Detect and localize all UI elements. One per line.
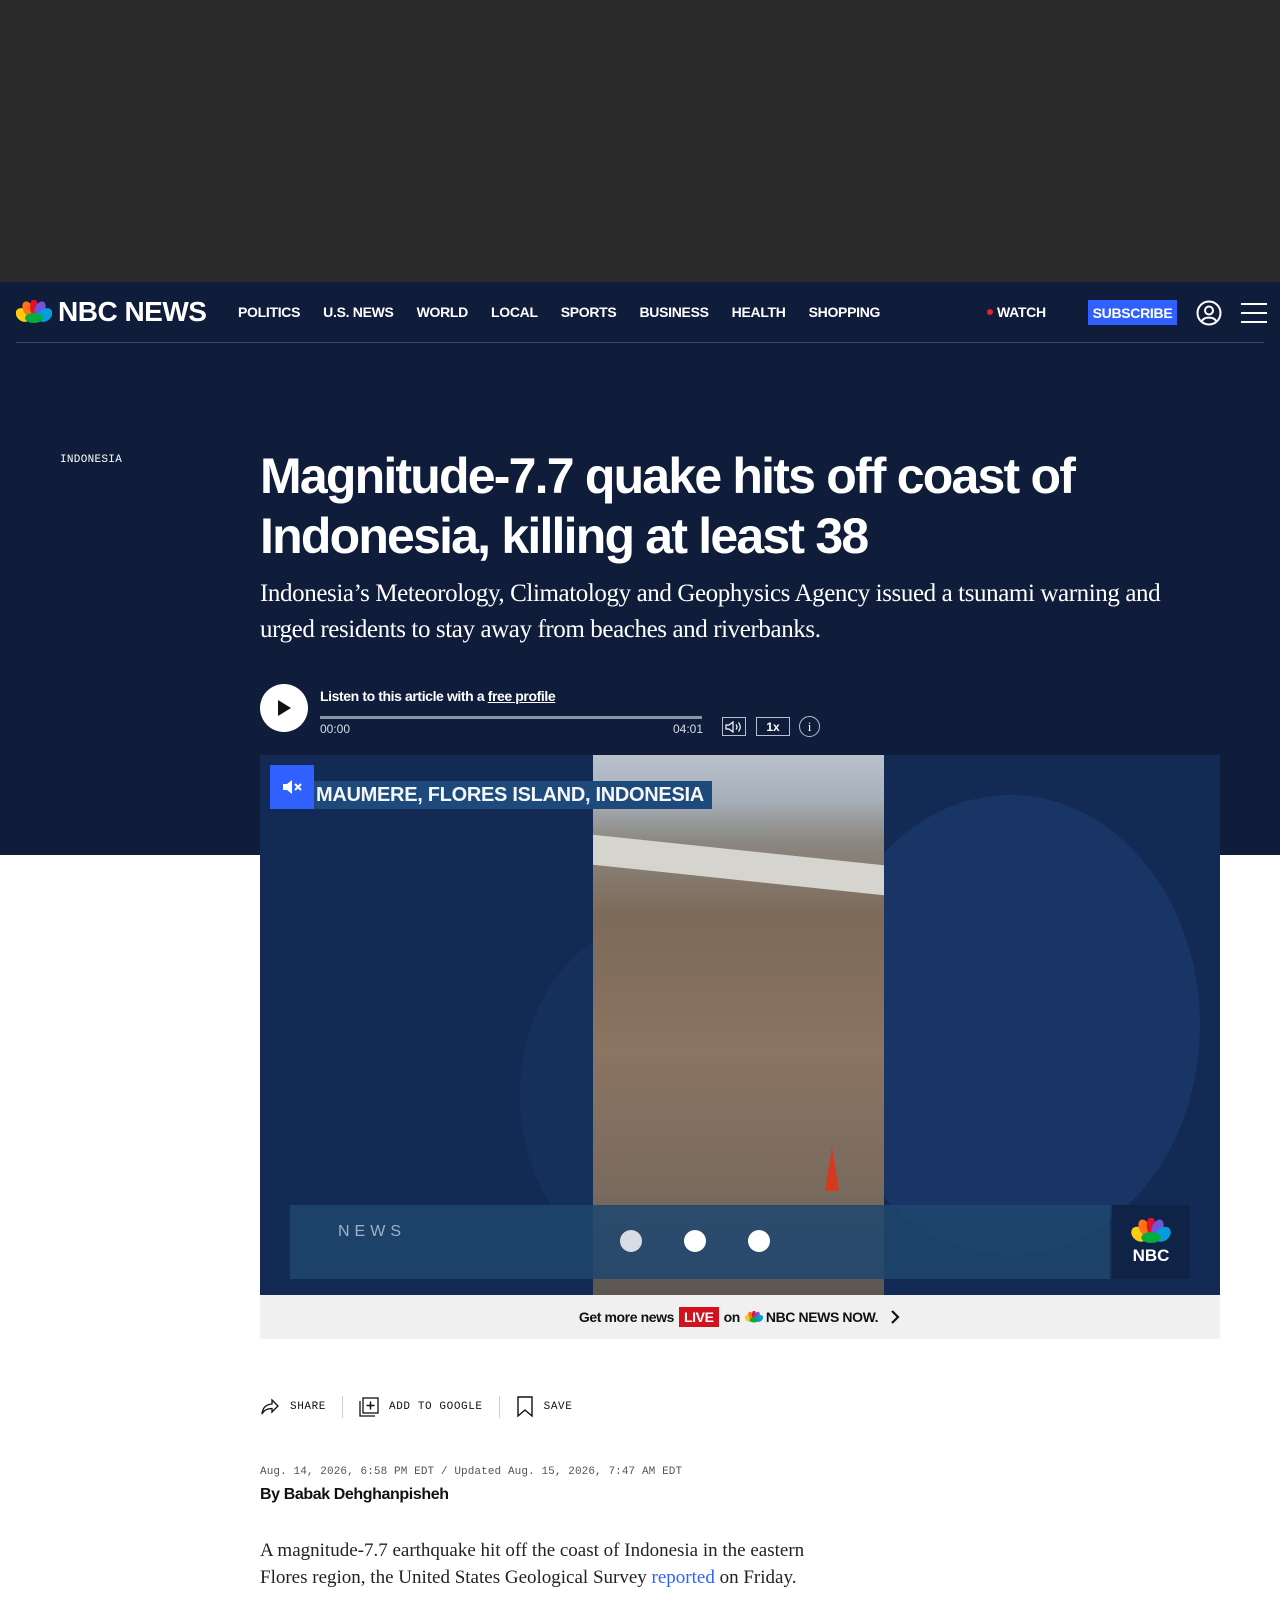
nav-business[interactable]: BUSINESS: [639, 304, 708, 320]
live-news-promo[interactable]: Get more news LIVE on NBC NEWS NOW.: [260, 1295, 1220, 1339]
lower-third-text: NEWS: [338, 1223, 406, 1240]
video-mute-button[interactable]: [270, 765, 314, 809]
promo-prefix: Get more news: [578, 1309, 675, 1325]
nav-sports[interactable]: SPORTS: [561, 304, 617, 320]
loader-dot: [748, 1230, 770, 1252]
audio-play-button[interactable]: [260, 684, 308, 732]
loader-dot: [684, 1230, 706, 1252]
listen-prefix: Listen to this article with a: [320, 688, 488, 704]
save-label: SAVE: [543, 1401, 573, 1413]
audio-speed-button[interactable]: 1x: [756, 717, 790, 736]
loader-dot: [620, 1230, 642, 1252]
audio-volume-button[interactable]: [722, 717, 746, 736]
article-byline[interactable]: By Babak Dehghanpisheh: [260, 1486, 449, 1504]
article-headline: Magnitude-7.7 quake hits off coast of In…: [260, 448, 1076, 564]
promo-on: on: [723, 1309, 741, 1325]
ad-slot: [0, 0, 1280, 282]
nbc-watermark: NBC: [1112, 1205, 1190, 1279]
chevron-right-icon: [891, 1310, 900, 1324]
speaker-icon: [725, 720, 741, 733]
footage-roof: [593, 834, 884, 896]
nbc-news-now-logo: NBC NEWS NOW.: [744, 1309, 879, 1325]
listen-prompt: Listen to this article with a free profi…: [320, 688, 556, 704]
video-location-caption: MAUMERE, FLORES ISLAND, INDONESIA: [310, 781, 712, 809]
footage-traffic-cone: [825, 1147, 839, 1191]
share-icon: [261, 1398, 279, 1415]
watch-link[interactable]: WATCH: [987, 304, 1046, 320]
watermark-text: NBC: [1132, 1246, 1170, 1265]
audio-info-button[interactable]: i: [799, 716, 820, 737]
logo-text: NBC NEWS: [58, 296, 207, 327]
subscribe-button[interactable]: SUBSCRIBE: [1088, 300, 1177, 325]
body-text-end: on Friday.: [714, 1567, 797, 1588]
audio-total-time: 04:01: [673, 722, 704, 736]
video-loading-indicator: [620, 1230, 770, 1252]
live-dot-icon: [987, 309, 993, 315]
main-nav: POLITICS U.S. NEWS WORLD LOCAL SPORTS BU…: [238, 282, 903, 342]
hamburger-menu-icon[interactable]: [1241, 302, 1267, 324]
add-to-google-button[interactable]: ADD TO GOOGLE: [359, 1397, 483, 1417]
now-brand-text: NBC NEWS NOW.: [765, 1309, 879, 1325]
article-dek: Indonesia’s Meteorology, Climatology and…: [260, 580, 1161, 643]
divider: [498, 1396, 500, 1418]
article-dateline: Aug. 14, 2026, 6:58 PM EDT / Updated Aug…: [260, 1466, 683, 1478]
save-button[interactable]: SAVE: [516, 1396, 573, 1418]
muted-speaker-icon: [283, 780, 302, 794]
article-body-paragraph: A magnitude-7.7 earthquake hit off the c…: [260, 1537, 820, 1591]
live-badge: LIVE: [679, 1307, 719, 1327]
add-to-google-label: ADD TO GOOGLE: [389, 1401, 483, 1413]
watch-label: WATCH: [997, 304, 1046, 320]
nav-local[interactable]: LOCAL: [491, 304, 538, 320]
nav-world[interactable]: WORLD: [417, 304, 469, 320]
peacock-icon: [16, 300, 52, 323]
video-player[interactable]: MAUMERE, FLORES ISLAND, INDONESIA NEWS N…: [260, 755, 1220, 1295]
audio-current-time: 00:00: [320, 722, 351, 736]
category-label[interactable]: INDONESIA: [60, 454, 122, 466]
share-button[interactable]: SHARE: [260, 1398, 326, 1416]
share-label: SHARE: [290, 1401, 327, 1413]
nav-shopping[interactable]: SHOPPING: [809, 304, 881, 320]
header-divider: [16, 342, 1264, 343]
audio-progress-bar[interactable]: [320, 716, 702, 719]
bookmark-icon: [516, 1396, 533, 1418]
peacock-icon: [744, 1311, 763, 1323]
nav-us-news[interactable]: U.S. NEWS: [323, 304, 394, 320]
nbc-news-logo[interactable]: NBC NEWS: [16, 296, 207, 328]
divider: [342, 1396, 344, 1418]
usgs-report-link[interactable]: reported: [652, 1567, 715, 1588]
peacock-icon: [1131, 1218, 1171, 1243]
share-toolbar: SHARE ADD TO GOOGLE SAVE: [260, 1395, 572, 1419]
nav-politics[interactable]: POLITICS: [238, 304, 300, 320]
account-icon[interactable]: [1196, 300, 1222, 326]
site-header: NBC NEWS POLITICS U.S. NEWS WORLD LOCAL …: [0, 282, 1280, 342]
add-to-google-icon: [359, 1397, 379, 1417]
nav-health[interactable]: HEALTH: [732, 304, 786, 320]
free-profile-link[interactable]: free profile: [488, 688, 556, 704]
play-icon: [278, 700, 291, 716]
